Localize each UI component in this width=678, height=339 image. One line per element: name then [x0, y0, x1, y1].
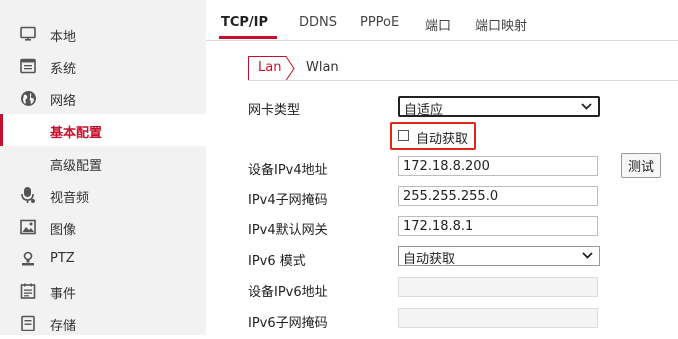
ipv6-mode-label: IPv6 模式	[248, 254, 306, 269]
ipv4-address-input[interactable]	[398, 156, 598, 176]
sidebar-item-label: 网络	[50, 94, 77, 109]
globe-icon	[19, 89, 37, 107]
test-button[interactable]: 测试	[621, 153, 661, 178]
microphone-icon	[19, 186, 37, 204]
ipv6-mode-select[interactable]: 自动获取	[398, 246, 600, 267]
nic-type-value: 自适应	[404, 103, 444, 118]
ptz-person-icon	[19, 250, 37, 268]
subtab-lan[interactable]: Lan	[248, 56, 295, 81]
sidebar-item-label: 基本配置	[50, 126, 103, 141]
sidebar: 本地 系统 网络 基本配置 高级配置 视音频 图像 PTZ 事件 存储	[0, 0, 206, 335]
ipv6-address-input	[398, 277, 598, 297]
chevron-down-icon	[582, 249, 593, 265]
tab-tcpip[interactable]: TCP/IP	[221, 15, 268, 30]
chevron-down-icon	[581, 100, 592, 116]
top-tab-bar: TCP/IP DDNS PPPoE 端口 端口映射	[206, 0, 678, 41]
nic-type-select[interactable]: 自适应	[398, 96, 600, 118]
sidebar-item-system[interactable]: 系统	[0, 50, 206, 82]
subtab-lan-label: Lan	[258, 60, 282, 75]
auto-obtain-checkbox[interactable]	[398, 130, 409, 141]
event-list-icon	[19, 282, 37, 300]
subtab-wlan[interactable]: Wlan	[306, 60, 339, 75]
active-tab-underline	[219, 36, 277, 39]
sidebar-item-label: 本地	[50, 30, 77, 45]
sidebar-item-local[interactable]: 本地	[0, 18, 206, 50]
sidebar-item-advanced-config[interactable]: 高级配置	[0, 147, 206, 179]
sidebar-item-label: 系统	[50, 62, 77, 77]
ipv6-mask-input	[398, 308, 598, 328]
ipv6-mode-value: 自动获取	[403, 252, 456, 267]
tab-pppoe[interactable]: PPPoE	[360, 15, 399, 30]
sidebar-item-label: 视音频	[50, 191, 90, 206]
sidebar-item-network[interactable]: 网络	[0, 82, 206, 114]
sidebar-item-label: 存储	[50, 319, 77, 334]
monitor-icon	[19, 25, 37, 43]
storage-icon	[19, 314, 37, 332]
image-icon	[19, 218, 37, 236]
sidebar-item-ptz[interactable]: PTZ	[0, 243, 206, 275]
nic-type-label: 网卡类型	[248, 103, 301, 118]
tab-port[interactable]: 端口	[425, 15, 451, 34]
ipv4-address-label: 设备IPv4地址	[248, 163, 328, 178]
sidebar-item-event[interactable]: 事件	[0, 275, 206, 307]
sidebar-item-label: 事件	[50, 287, 77, 302]
sidebar-item-image[interactable]: 图像	[0, 211, 206, 243]
sidebar-item-basic-config[interactable]: 基本配置	[0, 114, 206, 146]
tab-port-mapping[interactable]: 端口映射	[475, 15, 527, 34]
subtab-divider	[248, 80, 678, 81]
ipv6-address-label: 设备IPv6地址	[248, 285, 328, 300]
auto-obtain-label: 自动获取	[416, 132, 469, 147]
system-window-icon	[19, 57, 37, 75]
sidebar-item-label: 高级配置	[50, 159, 103, 174]
sidebar-item-video-audio[interactable]: 视音频	[0, 179, 206, 211]
active-indicator	[0, 114, 3, 146]
sidebar-item-label: 图像	[50, 223, 77, 238]
ipv4-mask-input[interactable]	[398, 186, 598, 206]
sidebar-item-storage[interactable]: 存储	[0, 307, 206, 339]
tab-ddns[interactable]: DDNS	[299, 15, 337, 30]
ipv4-gateway-label: IPv4默认网关	[248, 223, 328, 238]
ipv6-mask-label: IPv6子网掩码	[248, 316, 328, 331]
ipv4-gateway-input[interactable]	[398, 216, 598, 236]
sidebar-item-label: PTZ	[50, 251, 75, 266]
ipv4-mask-label: IPv4子网掩码	[248, 193, 328, 208]
